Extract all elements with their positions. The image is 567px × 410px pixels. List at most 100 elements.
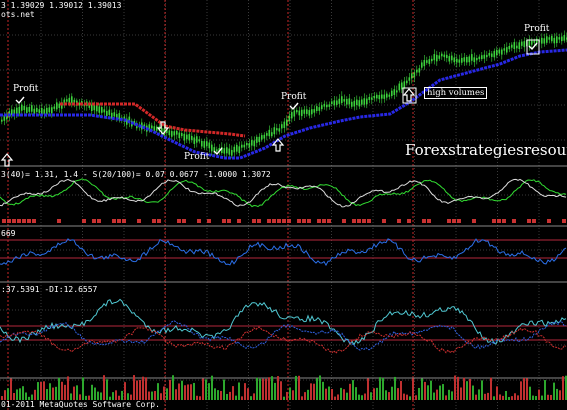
candle-body [318,107,321,111]
candle-body [353,100,356,107]
candle-body [151,125,153,129]
candle-body [33,108,36,115]
candle-body [348,98,351,105]
volume-bar [73,386,75,400]
volume-bar [91,384,93,400]
vertical-markers [7,0,414,410]
volume-bar [103,375,105,400]
volume-bar [313,383,315,400]
candle-body [326,104,328,108]
volume-bar [106,379,108,400]
volume-bar [331,389,333,400]
candle-body [96,104,98,112]
volume-bar [235,395,237,400]
histogram-dot [457,219,461,223]
candle-body [393,89,396,95]
volume-bar [325,388,327,400]
volume-bar [550,394,552,400]
candle-body [471,54,473,61]
histogram-dot [452,219,456,223]
candle-body [191,135,193,140]
candle-body [336,100,338,105]
candle-body [513,42,516,49]
candle-body [481,55,483,60]
histogram-dot [22,219,26,223]
volume-bar [427,385,429,400]
candle-body [98,106,101,113]
candle-body [376,94,378,99]
candle-body [36,107,38,112]
candle-body [301,109,303,117]
volume-bar [40,381,42,400]
volume-bar [475,394,477,400]
oscillator-panel [0,178,567,223]
volume-bar [460,387,462,400]
candle-body [206,141,208,147]
volume-bar [139,379,141,400]
volume-bar [265,378,267,400]
histogram-dot [352,219,356,223]
indicator2-header: 669 [1,229,16,238]
histogram-dot [7,219,11,223]
candle-body [266,133,268,136]
candle-body [66,99,68,102]
volume-bar [55,386,57,400]
volume-bar [466,381,468,400]
candle-body [488,52,491,56]
volume-bar [526,378,528,400]
candle-body [321,105,323,110]
volume-bar [559,390,561,400]
volume-bar [190,384,192,400]
volume-bar [505,390,507,400]
candle-body [518,42,521,49]
candle-body [373,95,376,99]
volume-bar [22,386,24,400]
candle-body [486,54,488,58]
volume-bar [256,377,258,400]
candle-body [358,100,361,107]
candle-body [418,68,421,73]
candle-body [21,104,23,111]
candle-body [361,99,363,105]
candle-body [303,109,306,114]
candle-body [413,72,416,78]
candle-body [188,134,191,141]
candle-body [378,95,381,100]
volume-bar [535,396,537,400]
volume-bar [373,388,375,400]
histogram-dot [307,219,311,223]
candle-body [351,101,353,107]
candle-body [286,119,288,126]
histogram-dot [177,219,181,223]
volume-bar [52,387,54,400]
candle-body [508,45,511,50]
candle-body [331,101,333,105]
volume-bar [100,392,102,400]
high-volumes-label: high volumes [424,87,488,99]
checkmark-icon [528,42,538,51]
candle-body [478,56,481,60]
volume-bar [298,375,300,400]
candle-body [101,107,103,113]
candle-body [426,60,428,63]
candle-body [58,103,61,108]
histogram-dot [407,219,411,223]
candle-body [411,73,413,79]
candle-body [343,99,346,102]
candle-body [401,82,403,90]
candle-body [291,112,293,119]
histogram-dot [287,219,291,223]
profit-label: Profit [184,152,210,162]
histogram-dot [382,219,386,223]
candle-body [531,40,533,45]
volume-bar [484,393,486,400]
candle-body [521,41,523,46]
histogram-dot [327,219,331,223]
candle-body [308,110,311,116]
volume-bar [262,378,264,400]
candle-body [543,38,546,44]
volume-bar [385,390,387,400]
volume-bar [496,386,498,400]
candle-body [231,150,233,156]
volume-bar [334,396,336,400]
